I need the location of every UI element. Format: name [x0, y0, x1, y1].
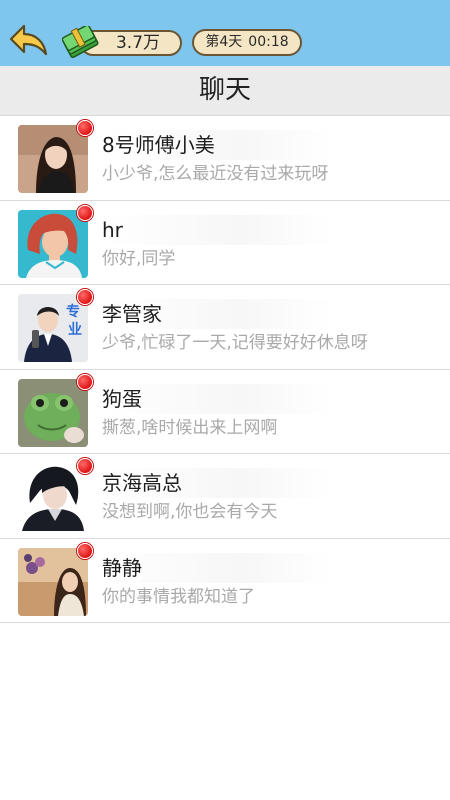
chat-preview: 没想到啊,你也会有今天	[102, 502, 278, 522]
chat-preview: 撕葱,啥时候出来上网啊	[102, 417, 278, 438]
chat-row-xiaomei[interactable]: 8号师傅小美 小少爷,怎么最近没有过来玩呀	[0, 116, 450, 201]
chat-name: 李管家	[102, 299, 332, 329]
chat-preview: 小少爷,怎么最近没有过来玩呀	[102, 164, 329, 184]
chat-name: 京海高总	[102, 468, 332, 498]
title-bar: 聊天	[0, 66, 450, 116]
svg-text:专: 专	[66, 303, 80, 320]
chat-name: 静静	[102, 552, 332, 583]
time-label: 00:18	[248, 34, 289, 50]
svg-text:业: 业	[68, 322, 82, 338]
back-button[interactable]	[8, 22, 50, 58]
day-time-display: 第4天 00:18	[192, 29, 302, 56]
unread-badge	[77, 373, 93, 390]
unread-badge	[77, 458, 93, 474]
top-status-bar: 3.7万 第4天 00:18	[0, 0, 450, 66]
chat-row-gaozong[interactable]: 京海高总 没想到啊,你也会有今天	[0, 454, 450, 539]
woman-long-hair-avatar	[18, 125, 88, 193]
page-title: 聊天	[198, 75, 251, 105]
chat-row-goudan[interactable]: 狗蛋 撕葱,啥时候出来上网啊	[0, 369, 450, 454]
cartoon-woman-avatar	[18, 209, 88, 278]
chat-preview: 你好,同学	[102, 248, 176, 269]
chat-row-butler[interactable]: 专 业 李管家 少爷,忙碌了一天,记得要好好休息呀	[0, 285, 450, 370]
unread-badge	[77, 289, 93, 305]
chat-preview: 少爷,忙碌了一天,记得要好好休息呀	[102, 333, 368, 353]
frog-mask-avatar	[18, 378, 88, 447]
back-arrow-icon	[9, 24, 48, 56]
woman-flowers-avatar	[18, 547, 88, 616]
unread-badge	[77, 204, 93, 221]
chat-preview: 你的事情我都知道了	[102, 586, 255, 607]
unread-badge	[77, 120, 93, 136]
cash-stack-icon	[62, 26, 99, 59]
chat-row-hr[interactable]: hr 你好,同学	[0, 200, 450, 285]
man-suit-avatar: 专 业	[18, 294, 88, 362]
day-label: 第4天	[205, 34, 243, 50]
money-display: 3.7万	[62, 26, 184, 59]
chat-row-jingjing[interactable]: 静静 你的事情我都知道了	[0, 538, 450, 623]
chat-name: 8号师傅小美	[102, 130, 332, 160]
chat-name: 狗蛋	[102, 383, 332, 414]
unread-badge	[77, 542, 93, 559]
anime-man-avatar	[18, 463, 88, 531]
chat-name: hr	[102, 214, 332, 245]
chat-list: 8号师傅小美 小少爷,怎么最近没有过来玩呀 hr 你好,同学 专 业 李管家 少…	[0, 116, 450, 623]
